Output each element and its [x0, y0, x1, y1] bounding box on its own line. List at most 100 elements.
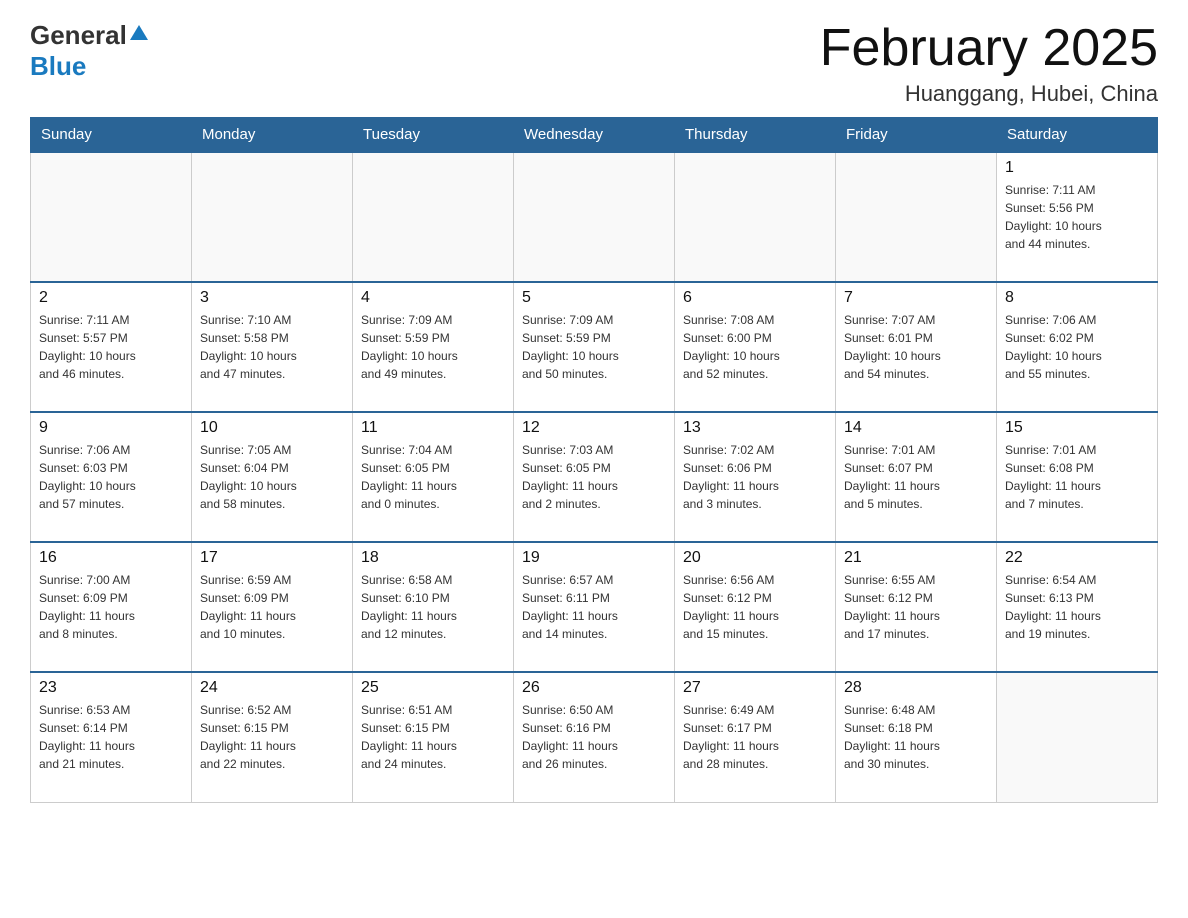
- day-info: Sunrise: 6:58 AM Sunset: 6:10 PM Dayligh…: [361, 571, 505, 643]
- calendar-cell: 18 Sunrise: 6:58 AM Sunset: 6:10 PM Dayli…: [353, 542, 514, 672]
- day-number: 1: [1005, 159, 1149, 177]
- day-info: Sunrise: 7:11 AM Sunset: 5:57 PM Dayligh…: [39, 311, 183, 383]
- calendar-cell: 4Sunrise: 7:09 AM Sunset: 5:59 PM Daylig…: [353, 282, 514, 412]
- day-number: 5: [522, 289, 666, 307]
- calendar-cell: 20 Sunrise: 6:56 AM Sunset: 6:12 PM Dayli…: [675, 542, 836, 672]
- calendar-cell: 17 Sunrise: 6:59 AM Sunset: 6:09 PM Dayli…: [192, 542, 353, 672]
- calendar-week-row: 2Sunrise: 7:11 AM Sunset: 5:57 PM Daylig…: [31, 282, 1158, 412]
- day-info: Sunrise: 7:04 AM Sunset: 6:05 PM Dayligh…: [361, 441, 505, 513]
- day-number: 17: [200, 549, 344, 567]
- day-number: 13: [683, 419, 827, 437]
- day-info: Sunrise: 6:57 AM Sunset: 6:11 PM Dayligh…: [522, 571, 666, 643]
- day-number: 9: [39, 419, 183, 437]
- day-number: 14: [844, 419, 988, 437]
- calendar-cell: 16 Sunrise: 7:00 AM Sunset: 6:09 PM Dayli…: [31, 542, 192, 672]
- calendar-cell: 11 Sunrise: 7:04 AM Sunset: 6:05 PM Dayli…: [353, 412, 514, 542]
- calendar-cell: [997, 672, 1158, 802]
- day-info: Sunrise: 7:03 AM Sunset: 6:05 PM Dayligh…: [522, 441, 666, 513]
- day-number: 6: [683, 289, 827, 307]
- calendar-cell: 5 Sunrise: 7:09 AM Sunset: 5:59 PM Daylig…: [514, 282, 675, 412]
- day-number: 16: [39, 549, 183, 567]
- location-title: Huanggang, Hubei, China: [820, 81, 1158, 107]
- day-info: Sunrise: 6:54 AM Sunset: 6:13 PM Dayligh…: [1005, 571, 1149, 643]
- day-info: Sunrise: 7:01 AM Sunset: 6:08 PM Dayligh…: [1005, 441, 1149, 513]
- weekday-header-wednesday: Wednesday: [514, 118, 675, 153]
- day-info: Sunrise: 7:01 AM Sunset: 6:07 PM Dayligh…: [844, 441, 988, 513]
- day-number: 26: [522, 679, 666, 697]
- calendar-cell: 3 Sunrise: 7:10 AM Sunset: 5:58 PM Daylig…: [192, 282, 353, 412]
- calendar-cell: 13 Sunrise: 7:02 AM Sunset: 6:06 PM Dayli…: [675, 412, 836, 542]
- day-number: 12: [522, 419, 666, 437]
- day-number: 11: [361, 419, 505, 437]
- day-info: Sunrise: 7:09 AM Sunset: 5:59 PM Dayligh…: [522, 311, 666, 383]
- day-number: 22: [1005, 549, 1149, 567]
- day-number: 19: [522, 549, 666, 567]
- calendar-cell: 19 Sunrise: 6:57 AM Sunset: 6:11 PM Dayli…: [514, 542, 675, 672]
- day-info: Sunrise: 6:53 AM Sunset: 6:14 PM Dayligh…: [39, 701, 183, 773]
- weekday-header-monday: Monday: [192, 118, 353, 153]
- weekday-header-friday: Friday: [836, 118, 997, 153]
- calendar-cell: [353, 152, 514, 282]
- calendar-cell: 9Sunrise: 7:06 AM Sunset: 6:03 PM Daylig…: [31, 412, 192, 542]
- day-number: 3: [200, 289, 344, 307]
- weekday-header-row: SundayMondayTuesdayWednesdayThursdayFrid…: [31, 118, 1158, 153]
- day-info: Sunrise: 6:59 AM Sunset: 6:09 PM Dayligh…: [200, 571, 344, 643]
- calendar-cell: 1Sunrise: 7:11 AM Sunset: 5:56 PM Daylig…: [997, 152, 1158, 282]
- weekday-header-tuesday: Tuesday: [353, 118, 514, 153]
- calendar-cell: 2Sunrise: 7:11 AM Sunset: 5:57 PM Daylig…: [31, 282, 192, 412]
- day-info: Sunrise: 7:08 AM Sunset: 6:00 PM Dayligh…: [683, 311, 827, 383]
- day-number: 20: [683, 549, 827, 567]
- calendar-cell: 8 Sunrise: 7:06 AM Sunset: 6:02 PM Daylig…: [997, 282, 1158, 412]
- logo-general: General: [30, 20, 127, 51]
- page-header: General Blue February 2025 Huanggang, Hu…: [30, 20, 1158, 107]
- day-number: 23: [39, 679, 183, 697]
- day-info: Sunrise: 6:51 AM Sunset: 6:15 PM Dayligh…: [361, 701, 505, 773]
- weekday-header-sunday: Sunday: [31, 118, 192, 153]
- calendar-cell: 26 Sunrise: 6:50 AM Sunset: 6:16 PM Dayli…: [514, 672, 675, 802]
- calendar-cell: 23 Sunrise: 6:53 AM Sunset: 6:14 PM Dayli…: [31, 672, 192, 802]
- day-info: Sunrise: 7:00 AM Sunset: 6:09 PM Dayligh…: [39, 571, 183, 643]
- day-info: Sunrise: 7:07 AM Sunset: 6:01 PM Dayligh…: [844, 311, 988, 383]
- day-number: 25: [361, 679, 505, 697]
- day-info: Sunrise: 6:50 AM Sunset: 6:16 PM Dayligh…: [522, 701, 666, 773]
- logo-triangle-icon: [130, 25, 148, 40]
- day-info: Sunrise: 7:06 AM Sunset: 6:02 PM Dayligh…: [1005, 311, 1149, 383]
- day-number: 18: [361, 549, 505, 567]
- day-info: Sunrise: 6:48 AM Sunset: 6:18 PM Dayligh…: [844, 701, 988, 773]
- day-number: 15: [1005, 419, 1149, 437]
- day-info: Sunrise: 6:52 AM Sunset: 6:15 PM Dayligh…: [200, 701, 344, 773]
- day-info: Sunrise: 6:49 AM Sunset: 6:17 PM Dayligh…: [683, 701, 827, 773]
- day-info: Sunrise: 6:55 AM Sunset: 6:12 PM Dayligh…: [844, 571, 988, 643]
- calendar-cell: 27Sunrise: 6:49 AM Sunset: 6:17 PM Dayli…: [675, 672, 836, 802]
- calendar-cell: [675, 152, 836, 282]
- calendar-cell: 7Sunrise: 7:07 AM Sunset: 6:01 PM Daylig…: [836, 282, 997, 412]
- logo-blue: Blue: [30, 51, 86, 82]
- calendar-cell: 28 Sunrise: 6:48 AM Sunset: 6:18 PM Dayli…: [836, 672, 997, 802]
- day-number: 8: [1005, 289, 1149, 307]
- day-info: Sunrise: 6:56 AM Sunset: 6:12 PM Dayligh…: [683, 571, 827, 643]
- day-info: Sunrise: 7:02 AM Sunset: 6:06 PM Dayligh…: [683, 441, 827, 513]
- calendar-cell: 6 Sunrise: 7:08 AM Sunset: 6:00 PM Daylig…: [675, 282, 836, 412]
- logo: General Blue: [30, 20, 148, 82]
- weekday-header-thursday: Thursday: [675, 118, 836, 153]
- day-info: Sunrise: 7:05 AM Sunset: 6:04 PM Dayligh…: [200, 441, 344, 513]
- day-number: 21: [844, 549, 988, 567]
- calendar-week-row: 1Sunrise: 7:11 AM Sunset: 5:56 PM Daylig…: [31, 152, 1158, 282]
- calendar-cell: 24 Sunrise: 6:52 AM Sunset: 6:15 PM Dayli…: [192, 672, 353, 802]
- calendar-cell: 21 Sunrise: 6:55 AM Sunset: 6:12 PM Dayli…: [836, 542, 997, 672]
- day-info: Sunrise: 7:09 AM Sunset: 5:59 PM Dayligh…: [361, 311, 505, 383]
- calendar-cell: 25 Sunrise: 6:51 AM Sunset: 6:15 PM Dayli…: [353, 672, 514, 802]
- weekday-header-saturday: Saturday: [997, 118, 1158, 153]
- calendar-cell: [836, 152, 997, 282]
- day-number: 24: [200, 679, 344, 697]
- calendar-cell: [514, 152, 675, 282]
- month-title: February 2025: [820, 20, 1158, 77]
- title-block: February 2025 Huanggang, Hubei, China: [820, 20, 1158, 107]
- day-number: 28: [844, 679, 988, 697]
- calendar-cell: 15 Sunrise: 7:01 AM Sunset: 6:08 PM Dayli…: [997, 412, 1158, 542]
- calendar-week-row: 23 Sunrise: 6:53 AM Sunset: 6:14 PM Dayli…: [31, 672, 1158, 802]
- calendar-cell: [192, 152, 353, 282]
- calendar-week-row: 9Sunrise: 7:06 AM Sunset: 6:03 PM Daylig…: [31, 412, 1158, 542]
- day-info: Sunrise: 7:10 AM Sunset: 5:58 PM Dayligh…: [200, 311, 344, 383]
- calendar-cell: 14 Sunrise: 7:01 AM Sunset: 6:07 PM Dayli…: [836, 412, 997, 542]
